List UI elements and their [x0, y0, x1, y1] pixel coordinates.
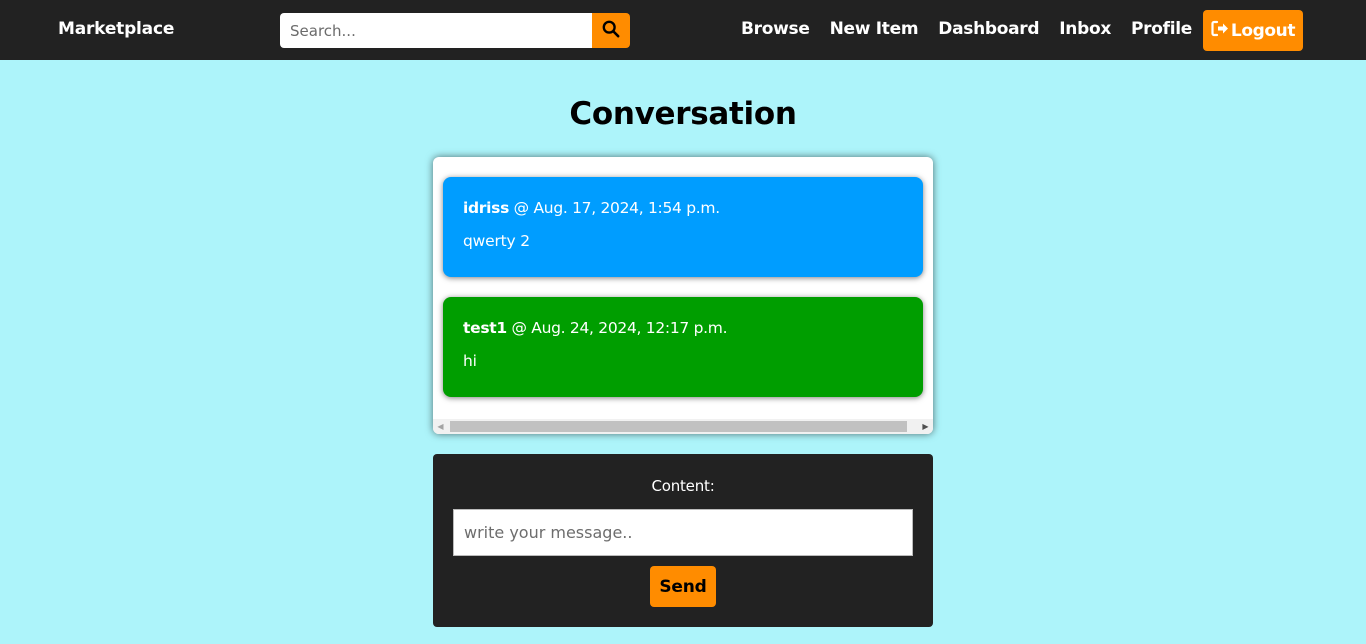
conversation-panel: idriss @ Aug. 17, 2024, 1:54 p.m. qwerty…: [433, 157, 933, 434]
search-button[interactable]: [592, 13, 630, 48]
scrollbar-thumb[interactable]: [450, 421, 907, 432]
message-content: qwerty 2: [463, 232, 530, 250]
nav-link-dashboard[interactable]: Dashboard: [938, 19, 1039, 39]
message-item: idriss @ Aug. 17, 2024, 1:54 p.m. qwerty…: [443, 177, 923, 277]
message-input[interactable]: [453, 509, 913, 556]
navbar: Marketplace Browse New Item Dashboard In…: [0, 0, 1366, 60]
message-content: hi: [463, 352, 477, 370]
nav-link-profile[interactable]: Profile: [1131, 19, 1192, 39]
send-button[interactable]: Send: [650, 566, 716, 607]
message-item: test1 @ Aug. 24, 2024, 12:17 p.m. hi: [443, 297, 923, 397]
message-author: test1: [463, 319, 507, 337]
content-label: Content:: [651, 477, 715, 495]
search-icon: [602, 20, 620, 41]
message-timestamp: @ Aug. 17, 2024, 1:54 p.m.: [513, 199, 720, 217]
horizontal-scrollbar[interactable]: ◀ ▶: [433, 419, 933, 434]
page-title: Conversation: [569, 96, 797, 132]
message-author: idriss: [463, 199, 510, 217]
message-header: idriss @ Aug. 17, 2024, 1:54 p.m.: [463, 199, 903, 217]
message-timestamp: @ Aug. 24, 2024, 12:17 p.m.: [511, 319, 728, 337]
message-form: Content: Send: [433, 454, 933, 627]
logout-button[interactable]: Logout: [1203, 10, 1303, 51]
scroll-right-icon[interactable]: ▶: [918, 419, 933, 434]
nav-link-new-item[interactable]: New Item: [830, 19, 919, 39]
message-header: test1 @ Aug. 24, 2024, 12:17 p.m.: [463, 319, 903, 337]
search-form: [280, 13, 630, 48]
sign-out-icon: [1211, 20, 1229, 42]
nav-links: Browse New Item Dashboard Inbox Profile: [741, 19, 1212, 39]
scroll-left-icon[interactable]: ◀: [433, 419, 448, 434]
nav-link-browse[interactable]: Browse: [741, 19, 810, 39]
brand-logo[interactable]: Marketplace: [58, 19, 174, 39]
logout-label: Logout: [1230, 20, 1296, 41]
nav-link-inbox[interactable]: Inbox: [1059, 19, 1111, 39]
search-input[interactable]: [280, 13, 592, 48]
